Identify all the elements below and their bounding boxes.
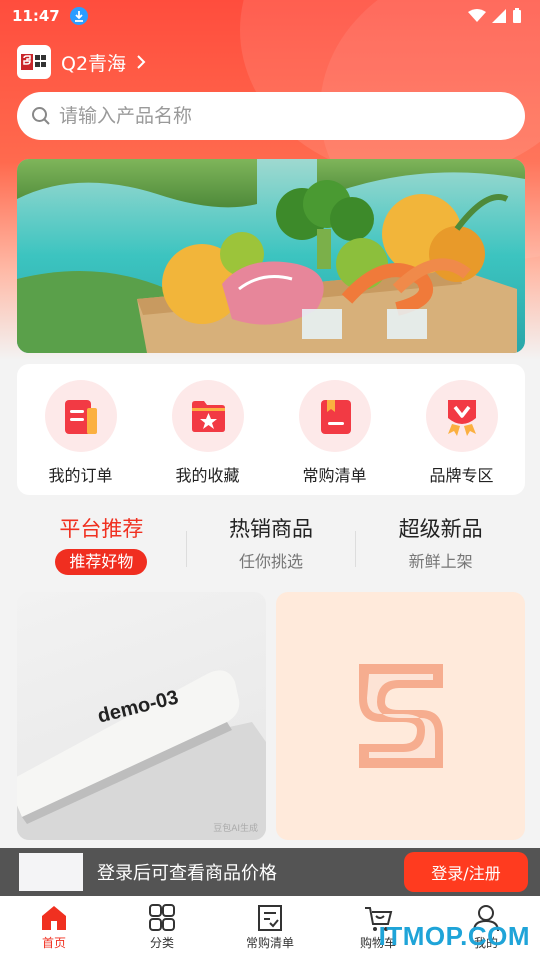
search-input[interactable] [59, 105, 479, 127]
status-time: 11:47 [12, 7, 60, 25]
login-prompt-text: 登录后可查看商品价格 [97, 863, 277, 884]
tab-platform-recommend[interactable]: 平台推荐 推荐好物 [17, 513, 186, 583]
quick-label: 我的收藏 [175, 466, 240, 485]
tab-new-products[interactable]: 超级新品 新鲜上架 [356, 513, 525, 583]
login-prompt-bar: 登录后可查看商品价格 登录/注册 [0, 848, 540, 896]
bottom-nav: 首页 分类 常购清单 购物车 我的 ITMOP.COM [0, 896, 540, 960]
wifi-icon [468, 9, 486, 22]
tab-hot-products[interactable]: 热销商品 任你挑选 [187, 513, 356, 583]
tab-title: 热销商品 [229, 517, 313, 541]
nav-category[interactable]: 分类 [108, 896, 216, 960]
quick-item-frequent-list[interactable]: 常购清单 [280, 380, 390, 495]
tab-title: 超级新品 [398, 517, 483, 541]
favorites-icon [171, 380, 244, 452]
quick-item-favorites[interactable]: 我的收藏 [153, 380, 263, 495]
watermark: ITMOP.COM [378, 921, 530, 951]
tab-subtitle: 新鲜上架 [408, 552, 473, 571]
orders-icon [44, 380, 117, 452]
status-bar: 11:47 [0, 0, 540, 32]
tab-subtitle: 任你挑选 [239, 552, 304, 571]
frequent-list-icon [298, 380, 371, 452]
promo-banner[interactable] [17, 159, 525, 353]
login-thumbnail [19, 853, 83, 891]
quick-item-orders[interactable]: 我的订单 [26, 380, 136, 495]
nav-label: 常购清单 [245, 936, 294, 950]
brand-logo-icon [358, 664, 443, 768]
product-card[interactable] [276, 592, 525, 840]
login-register-button[interactable]: 登录/注册 [404, 852, 528, 892]
recommend-tabs: 平台推荐 推荐好物 热销商品 任你挑选 超级新品 新鲜上架 [17, 513, 525, 583]
quick-label: 常购清单 [302, 466, 367, 485]
quick-label: 我的订单 [48, 466, 113, 485]
home-icon [42, 906, 66, 930]
list-icon [258, 905, 282, 931]
store-selector[interactable]: Q2青海 [17, 44, 146, 80]
search-icon [32, 107, 50, 125]
quick-item-brand-zone[interactable]: 品牌专区 [407, 380, 517, 495]
quick-label: 品牌专区 [429, 466, 494, 485]
product-card[interactable]: demo-03 豆包AI生成 [17, 592, 266, 840]
chevron-right-icon [136, 54, 146, 70]
nav-frequent-list[interactable]: 常购清单 [216, 896, 324, 960]
nav-home[interactable]: 首页 [0, 896, 108, 960]
search-bar[interactable] [17, 92, 525, 140]
brand-zone-icon [425, 380, 498, 452]
category-icon [149, 904, 175, 931]
ai-generated-tag: 豆包AI生成 [213, 824, 258, 834]
battery-icon [513, 8, 521, 23]
signal-icon [492, 9, 506, 23]
tab-subtitle: 推荐好物 [55, 549, 148, 575]
download-icon [69, 7, 88, 25]
tab-title: 平台推荐 [59, 517, 144, 541]
nav-label: 分类 [149, 936, 174, 950]
quick-menu: 我的订单 我的收藏 常购清单 品牌专区 [17, 364, 525, 495]
nav-label: 首页 [41, 936, 66, 950]
store-logo [17, 45, 51, 79]
store-name: Q2青海 [61, 52, 127, 75]
